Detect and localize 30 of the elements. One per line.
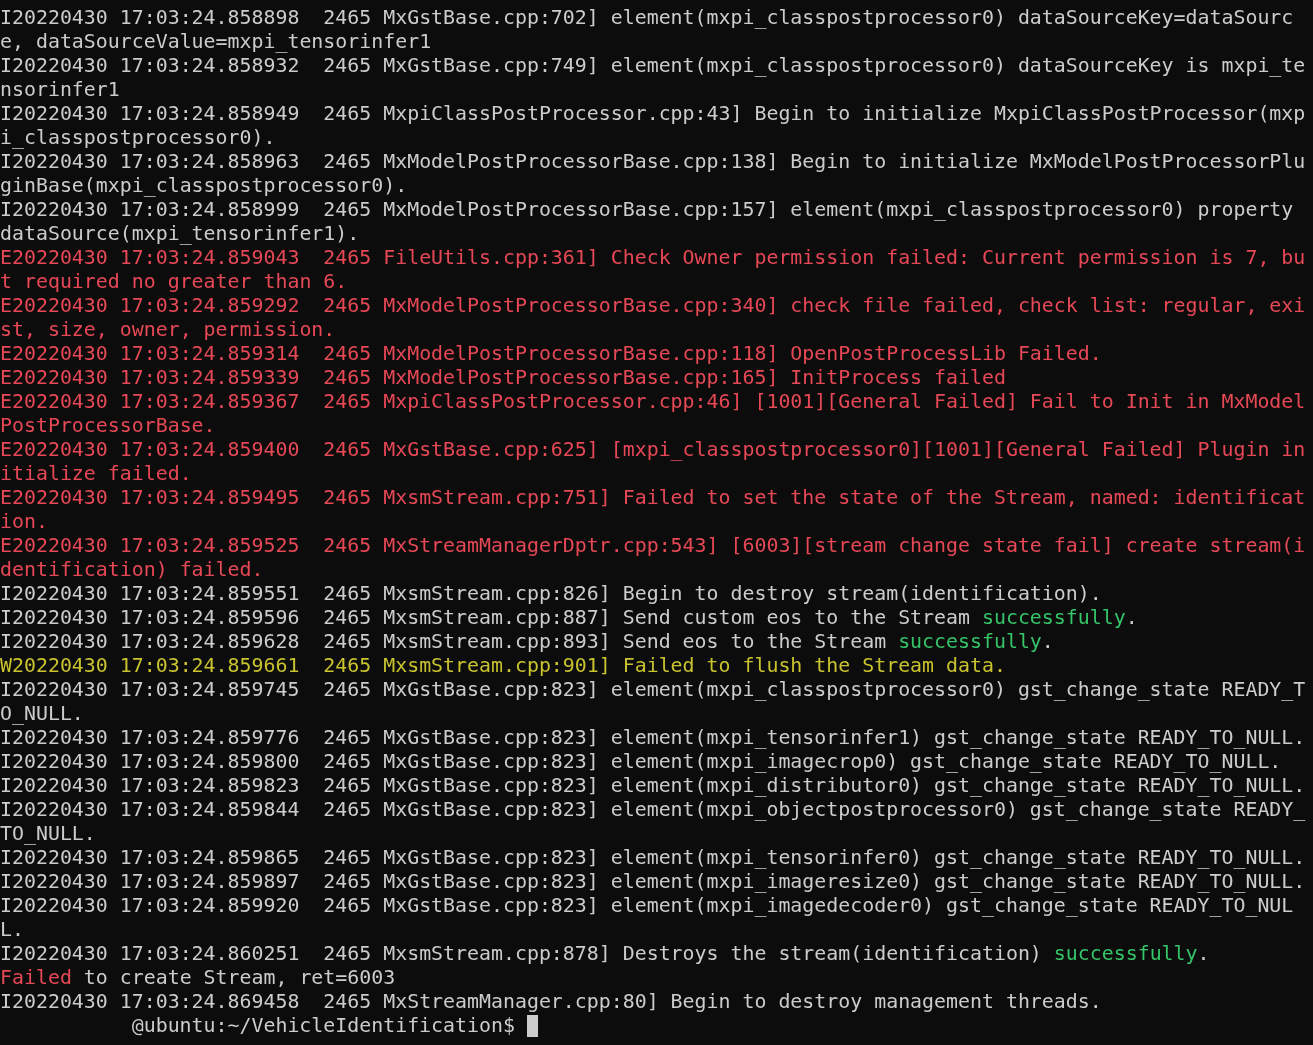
- cursor-icon: [526, 1015, 538, 1037]
- log-line: I20220430 17:03:24.858898 2465 MxGstBase.cpp:702] element(mxpi_classpostprocessor0) dataSourceKey=dataSource, dataSourceValue=mxpi_tensorinfer1: [0, 6, 1295, 54]
- log-line: I20220430 17:03:24.859920 2465 MxGstBase.cpp:823] element(mxpi_imagedecoder0) gst_change_state READY_TO_NULL.: [0, 894, 1295, 942]
- log-line: I20220430 17:03:24.859596 2465 MxsmStream.cpp:887] Send custom eos to the Stream successfully.: [0, 606, 1139, 630]
- log-line: I20220430 17:03:24.860251 2465 MxsmStream.cpp:878] Destroys the stream(identification) successfully.: [0, 942, 1211, 966]
- log-line: I20220430 17:03:24.859800 2465 MxGstBase.cpp:823] element(mxpi_imagecrop0) gst_change_state READY_TO_NULL.: [0, 750, 1283, 774]
- shell-prompt: @ubuntu:~/VehicleIdentification$: [131, 1014, 515, 1038]
- log-line: I20220430 17:03:24.859628 2465 MxsmStream.cpp:893] Send eos to the Stream successfully.: [0, 630, 1055, 654]
- log-line: E20220430 17:03:24.859339 2465 MxModelPostProcessorBase.cpp:165] InitProcess failed: [0, 366, 1007, 390]
- log-line: I20220430 17:03:24.859897 2465 MxGstBase.cpp:823] element(mxpi_imageresize0) gst_change_state READY_TO_NULL.: [0, 870, 1307, 894]
- log-line: I20220430 17:03:24.859823 2465 MxGstBase.cpp:823] element(mxpi_distributor0) gst_change_state READY_TO_NULL.: [0, 774, 1307, 798]
- log-line: I20220430 17:03:24.869458 2465 MxStreamManager.cpp:80] Begin to destroy management threads.: [0, 990, 1103, 1014]
- log-line: Failed to create Stream, ret=6003: [0, 966, 397, 990]
- log-line: E20220430 17:03:24.859292 2465 MxModelPostProcessorBase.cpp:340] check file failed, check list: regular, exist, size, owner, permission.: [0, 294, 1307, 342]
- log-line: E20220430 17:03:24.859367 2465 MxpiClassPostProcessor.cpp:46] [1001][General Failed] Fail to Init in MxModelPostProcessorBase.: [0, 390, 1307, 438]
- log-line: I20220430 17:03:24.859865 2465 MxGstBase.cpp:823] element(mxpi_tensorinfer0) gst_change_state READY_TO_NULL.: [0, 846, 1307, 870]
- log-line: E20220430 17:03:24.859314 2465 MxModelPostProcessorBase.cpp:118] OpenPostProcessLib Failed.: [0, 342, 1103, 366]
- log-line: I20220430 17:03:24.859776 2465 MxGstBase.cpp:823] element(mxpi_tensorinfer1) gst_change_state READY_TO_NULL.: [0, 726, 1307, 750]
- log-line: W20220430 17:03:24.859661 2465 MxsmStream.cpp:901] Failed to flush the Stream data.: [0, 654, 1007, 678]
- log-line: E20220430 17:03:24.859400 2465 MxGstBase.cpp:625] [mxpi_classpostprocessor0][1001][General Failed] Plugin initialize failed.: [0, 438, 1307, 486]
- log-line: I20220430 17:03:24.858949 2465 MxpiClassPostProcessor.cpp:43] Begin to initialize MxpiClassPostProcessor(mxpi_classpostprocessor0).: [0, 102, 1307, 150]
- log-line: E20220430 17:03:24.859495 2465 MxsmStream.cpp:751] Failed to set the state of the Stream, named: identification.: [0, 486, 1307, 534]
- log-line: I20220430 17:03:24.858932 2465 MxGstBase.cpp:749] element(mxpi_classpostprocessor0) dataSourceKey is mxpi_tensorinfer1: [0, 54, 1307, 102]
- log-line: I20220430 17:03:24.858999 2465 MxModelPostProcessorBase.cpp:157] element(mxpi_classpostprocessor0) property dataSource(mxpi_tensorinfer1).: [0, 198, 1295, 246]
- log-line: I20220430 17:03:24.859844 2465 MxGstBase.cpp:823] element(mxpi_objectpostprocessor0) gst_change_state READY_TO_NULL.: [0, 798, 1307, 846]
- log-line: E20220430 17:03:24.859043 2465 FileUtils.cpp:361] Check Owner permission failed: Current permission is 7, but required no greater than 6.: [0, 246, 1307, 294]
- log-line: I20220430 17:03:24.859551 2465 MxsmStream.cpp:826] Begin to destroy stream(identification).: [0, 582, 1103, 606]
- log-line: I20220430 17:03:24.858963 2465 MxModelPostProcessorBase.cpp:138] Begin to initialize MxModelPostProcessorPluginBase(mxpi_classpostprocessor0).: [0, 150, 1307, 198]
- log-line: E20220430 17:03:24.859525 2465 MxStreamManagerDptr.cpp:543] [6003][stream change state fail] create stream(identification) failed.: [0, 534, 1307, 582]
- log-line: I20220430 17:03:24.859745 2465 MxGstBase.cpp:823] element(mxpi_classpostprocessor0) gst_change_state READY_TO_NULL.: [0, 678, 1307, 726]
